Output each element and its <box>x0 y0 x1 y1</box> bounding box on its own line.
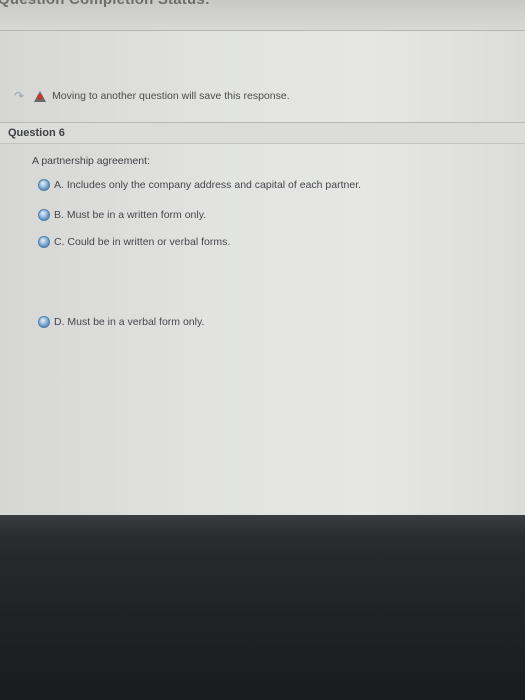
quiz-screen: Question Completion Status: ↷ Moving to … <box>0 0 525 515</box>
question-prompt: A partnership agreement: <box>32 155 150 167</box>
nav-arrow-icon[interactable]: ↷ <box>14 89 24 103</box>
answer-option-d[interactable]: D. Must be in a verbal form only. <box>38 315 204 329</box>
answer-option-c[interactable]: C. Could be in written or verbal forms. <box>38 235 230 249</box>
save-notice-text: Moving to another question will save thi… <box>52 90 290 102</box>
radio-button-icon[interactable] <box>38 316 50 328</box>
warning-icon <box>34 90 47 102</box>
screen-bottom-bezel <box>0 515 525 700</box>
question-title: Question 6 <box>8 127 65 139</box>
answer-option-label[interactable]: A. Includes only the company address and… <box>54 179 361 191</box>
question-completion-status-bar: Question Completion Status: <box>0 0 525 31</box>
answer-option-label[interactable]: D. Must be in a verbal form only. <box>54 316 204 328</box>
radio-button-icon[interactable] <box>38 179 50 191</box>
answer-option-label[interactable]: C. Could be in written or verbal forms. <box>54 236 230 248</box>
answer-option-a[interactable]: A. Includes only the company address and… <box>38 178 361 192</box>
completion-status-title: Question Completion Status: <box>0 0 210 8</box>
radio-button-icon[interactable] <box>38 236 50 248</box>
question-header: Question 6 <box>0 122 525 144</box>
bezel-edge <box>0 515 525 537</box>
radio-button-icon[interactable] <box>38 209 50 221</box>
save-notice: ↷ Moving to another question will save t… <box>14 86 290 106</box>
answer-option-b[interactable]: B. Must be in a written form only. <box>38 208 206 222</box>
answer-option-label[interactable]: B. Must be in a written form only. <box>54 209 206 221</box>
